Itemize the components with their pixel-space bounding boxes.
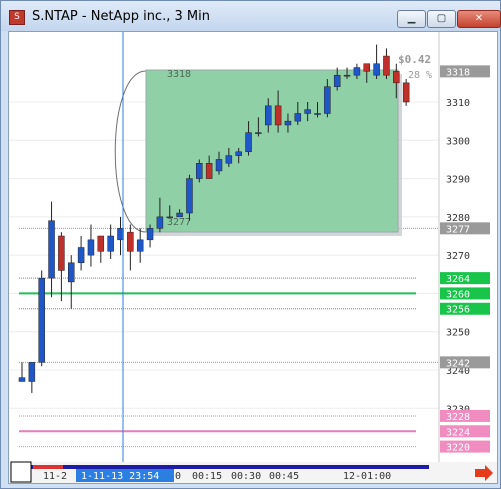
candle-body [245, 132, 252, 153]
measure-box[interactable] [145, 69, 399, 233]
window-title: S.NTAP - NetApp inc., 3 Min [32, 9, 210, 24]
candle-body [235, 151, 242, 156]
candle-body [58, 235, 65, 271]
measure-change: $0.42 [398, 53, 431, 66]
crosshair-time-label: 1-11-13 23:54 [81, 471, 159, 482]
candle-body [393, 71, 400, 84]
candle-body [324, 86, 331, 114]
candle-body [255, 132, 262, 134]
candle-body [127, 231, 134, 252]
candle-body [38, 277, 45, 363]
candle-body [294, 113, 302, 122]
candle-body [402, 82, 410, 103]
price-badge-label: 3256 [446, 305, 470, 316]
measure-tool[interactable]: 3318 3277 $0.42 28 % [114, 53, 432, 236]
time-tick-label: 00:15 [192, 471, 222, 482]
measure-high-label: 3318 [167, 69, 191, 80]
price-badge-label: 3264 [446, 274, 470, 285]
price-tick-label: 3290 [446, 175, 470, 186]
candle-body [68, 262, 75, 283]
time-scroll-thumb[interactable] [33, 465, 63, 469]
minimize-button[interactable]: ▁ [397, 10, 426, 28]
candle-body [314, 113, 321, 115]
candle-body [77, 247, 85, 264]
candle-body [48, 220, 55, 279]
price-tick-label: 3310 [446, 98, 470, 109]
price-badge-label: 3318 [446, 67, 470, 78]
candle-body [176, 212, 183, 218]
price-badge-label: 3224 [446, 427, 470, 438]
price-badge-label: 3242 [446, 358, 470, 369]
candle-body [136, 239, 144, 252]
candle-body [28, 362, 36, 382]
candle-body [383, 55, 390, 76]
candle-body [186, 178, 193, 214]
price-badge-label: 3220 [446, 443, 470, 454]
time-tick-label: 0 [175, 471, 181, 482]
chart-window: S S.NTAP - NetApp inc., 3 Min ▁ ▢ ✕ 3318… [0, 0, 501, 489]
candle-body [265, 105, 272, 126]
app-icon[interactable]: S [9, 10, 25, 25]
price-tick-label: 3300 [446, 136, 470, 147]
candle-body [156, 216, 164, 229]
candle-body [225, 155, 233, 164]
time-scroll-bar[interactable] [31, 465, 429, 469]
candle-body [343, 74, 351, 77]
price-tick-label: 3270 [446, 251, 470, 262]
time-tick-label: 00:30 [231, 471, 261, 482]
candle-body [196, 163, 203, 179]
corner-box[interactable] [10, 461, 32, 483]
candle-body [284, 120, 292, 126]
candle-body [18, 377, 26, 382]
chart-area[interactable]: 3318 3277 $0.42 28 % 3310 3300 3290 3280 327… [8, 31, 498, 484]
candle-body [274, 105, 282, 126]
candle-body [107, 235, 114, 252]
candle-body [215, 159, 223, 172]
candle-body [97, 235, 105, 252]
candle-body [87, 239, 95, 256]
price-chart[interactable]: 3318 3277 $0.42 28 % 3310330032903280327… [9, 32, 497, 483]
candle-body [304, 109, 311, 114]
measure-low-label: 3277 [167, 217, 191, 228]
candle-body [146, 228, 154, 241]
time-tick-label: 11-2 [43, 471, 67, 482]
price-axis[interactable] [439, 32, 497, 462]
price-badge-label: 3277 [446, 224, 470, 235]
candle-body [363, 63, 370, 72]
measure-change-pct: 28 % [408, 70, 432, 81]
candle-body [166, 216, 173, 219]
price-tick-label: 3250 [446, 328, 470, 339]
price-tick-label: 3280 [446, 213, 470, 224]
candle-body [205, 163, 213, 179]
time-tick-label: 12-01:00 [343, 471, 391, 482]
close-button[interactable]: ✕ [457, 10, 501, 28]
candle-body [353, 67, 361, 76]
price-badge-label: 3228 [446, 412, 470, 423]
maximize-button[interactable]: ▢ [427, 10, 456, 28]
title-bar[interactable]: S S.NTAP - NetApp inc., 3 Min ▁ ▢ ✕ [1, 1, 501, 31]
candle-body [333, 74, 341, 87]
candle-body [373, 63, 380, 76]
price-badge-label: 3260 [446, 289, 470, 300]
time-tick-label: 00:45 [269, 471, 299, 482]
